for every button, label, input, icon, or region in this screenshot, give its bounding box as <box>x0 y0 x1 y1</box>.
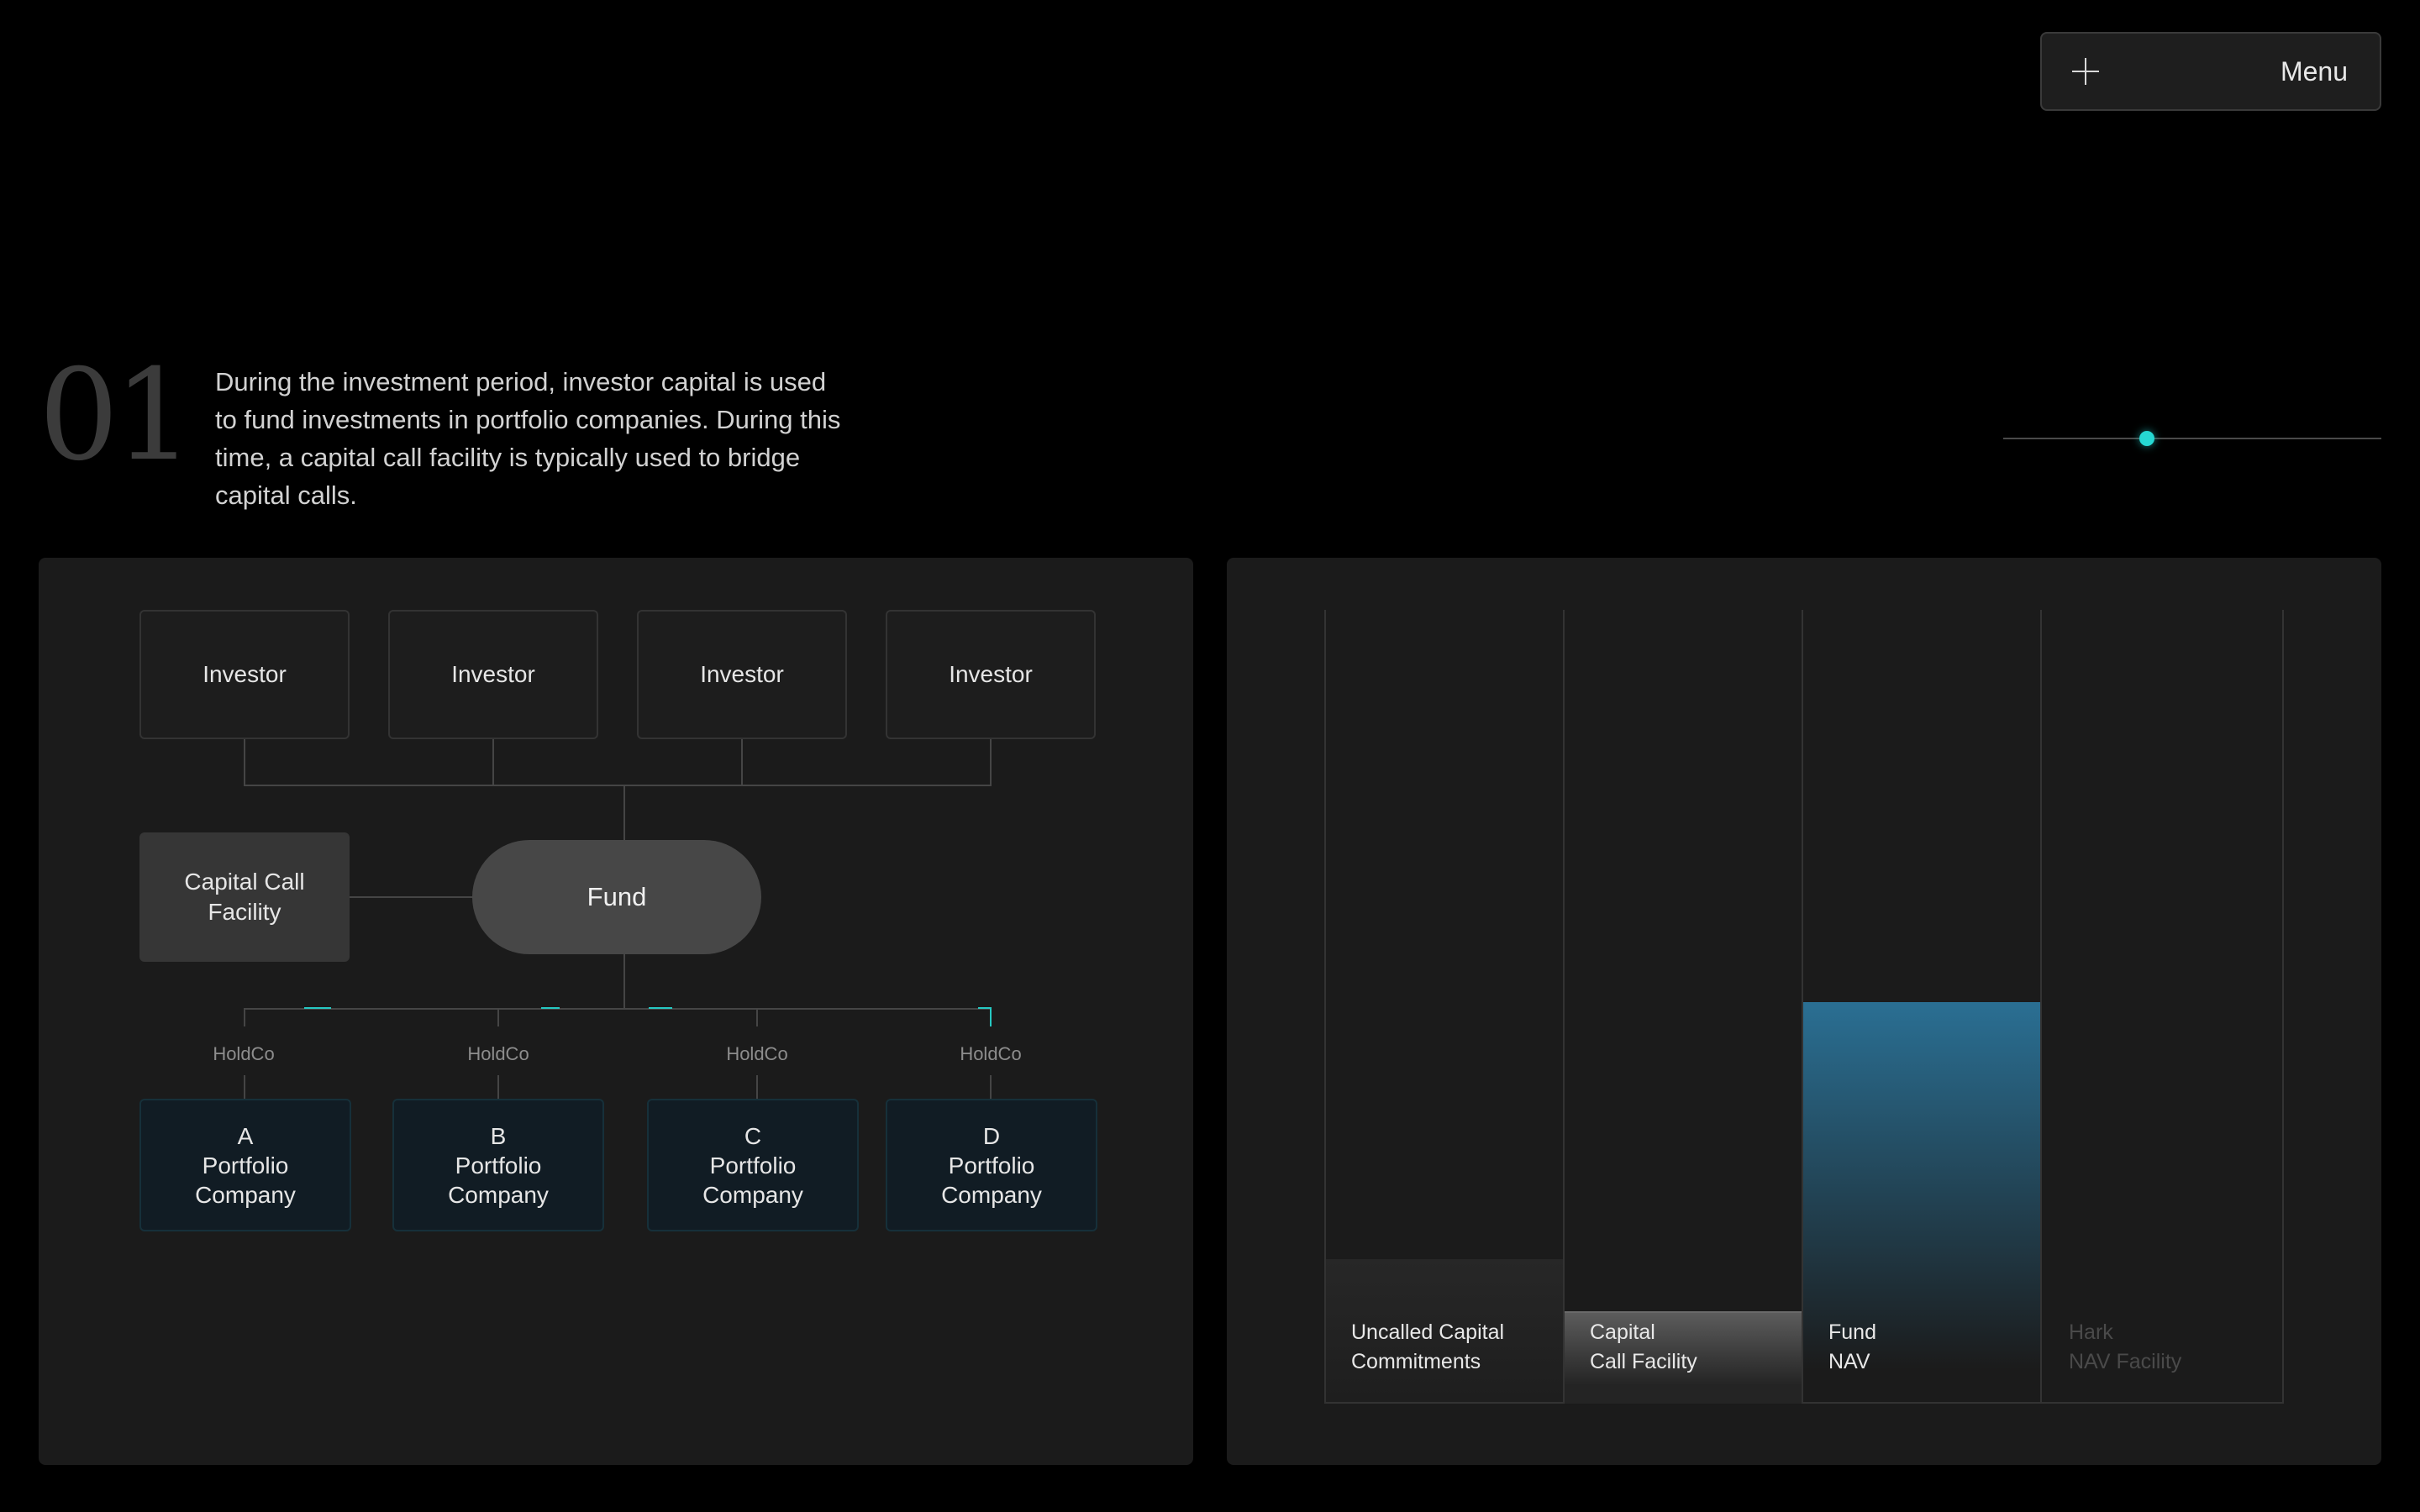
bar-label-line: NAV <box>1828 1350 1870 1373</box>
connector <box>244 785 992 786</box>
flow-indicator <box>541 1007 560 1009</box>
connector <box>244 1075 245 1099</box>
fund-node[interactable]: Fund <box>472 840 761 954</box>
connector <box>756 1075 758 1099</box>
plus-icon <box>2072 58 2099 85</box>
flow-indicator <box>304 1007 331 1009</box>
bar-label-line: Uncalled Capital <box>1351 1320 1505 1344</box>
investor-node-4[interactable]: Investor <box>886 610 1096 739</box>
company-name: Portfolio Company <box>941 1152 1042 1208</box>
bar-label-hark-nav-facility: Hark NAV Facility <box>2069 1318 2287 1377</box>
step-description: During the investment period, investor c… <box>215 367 841 510</box>
connector <box>244 1008 992 1010</box>
connector <box>244 739 245 786</box>
portfolio-company-d[interactable]: D Portfolio Company <box>886 1099 1097 1231</box>
chart-baseline <box>1324 1402 2284 1404</box>
investor-node-3[interactable]: Investor <box>637 610 847 739</box>
chart-gridline <box>2040 610 2042 1403</box>
connector <box>623 785 625 840</box>
connector <box>756 1008 758 1026</box>
slider-thumb[interactable] <box>2139 431 2154 446</box>
capital-call-facility-node[interactable]: Capital Call Facility <box>139 832 350 962</box>
bar-label-line: Capital <box>1590 1320 1655 1344</box>
connector <box>741 739 743 786</box>
bar-label-line: Hark <box>2069 1320 2113 1344</box>
bar-label-line: Fund <box>1828 1320 1876 1344</box>
connector <box>990 739 992 786</box>
flow-indicator <box>990 1008 992 1026</box>
company-letter: C <box>744 1122 762 1149</box>
bar-label-uncalled-capital: Uncalled Capital Commitments <box>1351 1318 1570 1377</box>
company-letter: A <box>237 1122 254 1149</box>
slider-track <box>2003 438 2381 439</box>
step-number: 01 <box>39 343 194 489</box>
bar-label-line: NAV Facility <box>2069 1350 2182 1373</box>
bar-label-line: Commitments <box>1351 1350 1481 1373</box>
holdco-label-1: HoldCo <box>213 1043 275 1064</box>
flow-indicator <box>649 1007 672 1009</box>
holdco-label-2: HoldCo <box>467 1043 529 1064</box>
portfolio-company-a[interactable]: A Portfolio Company <box>139 1099 351 1231</box>
bar-label-capital-call-facility: Capital Call Facility <box>1590 1318 1808 1377</box>
connector <box>497 1008 499 1026</box>
bar-label-line: Call Facility <box>1590 1350 1697 1373</box>
company-letter: D <box>982 1122 1001 1149</box>
connector <box>244 1008 245 1026</box>
connector <box>990 1075 992 1099</box>
connector <box>492 739 494 786</box>
connector <box>350 896 474 898</box>
capital-call-facility-label: Capital Call Facility <box>184 869 305 925</box>
step-slider[interactable] <box>2003 431 2381 446</box>
menu-label: Menu <box>2280 55 2348 87</box>
investor-node-1[interactable]: Investor <box>139 610 350 739</box>
holdco-label-4: HoldCo <box>960 1043 1022 1064</box>
company-letter: B <box>490 1122 507 1149</box>
connector <box>623 954 625 1008</box>
connector <box>497 1075 499 1099</box>
company-name: Portfolio Company <box>702 1152 803 1208</box>
portfolio-company-b[interactable]: B Portfolio Company <box>392 1099 604 1231</box>
bar-label-fund-nav: Fund NAV <box>1828 1318 2047 1377</box>
investor-node-2[interactable]: Investor <box>388 610 598 739</box>
portfolio-company-c[interactable]: C Portfolio Company <box>647 1099 859 1231</box>
holdco-label-3: HoldCo <box>726 1043 788 1064</box>
chart-gridline <box>2282 610 2284 1403</box>
company-name: Portfolio Company <box>195 1152 296 1208</box>
menu-button[interactable]: Menu <box>2040 32 2381 111</box>
chart-gridline <box>1563 610 1565 1403</box>
company-name: Portfolio Company <box>448 1152 549 1208</box>
